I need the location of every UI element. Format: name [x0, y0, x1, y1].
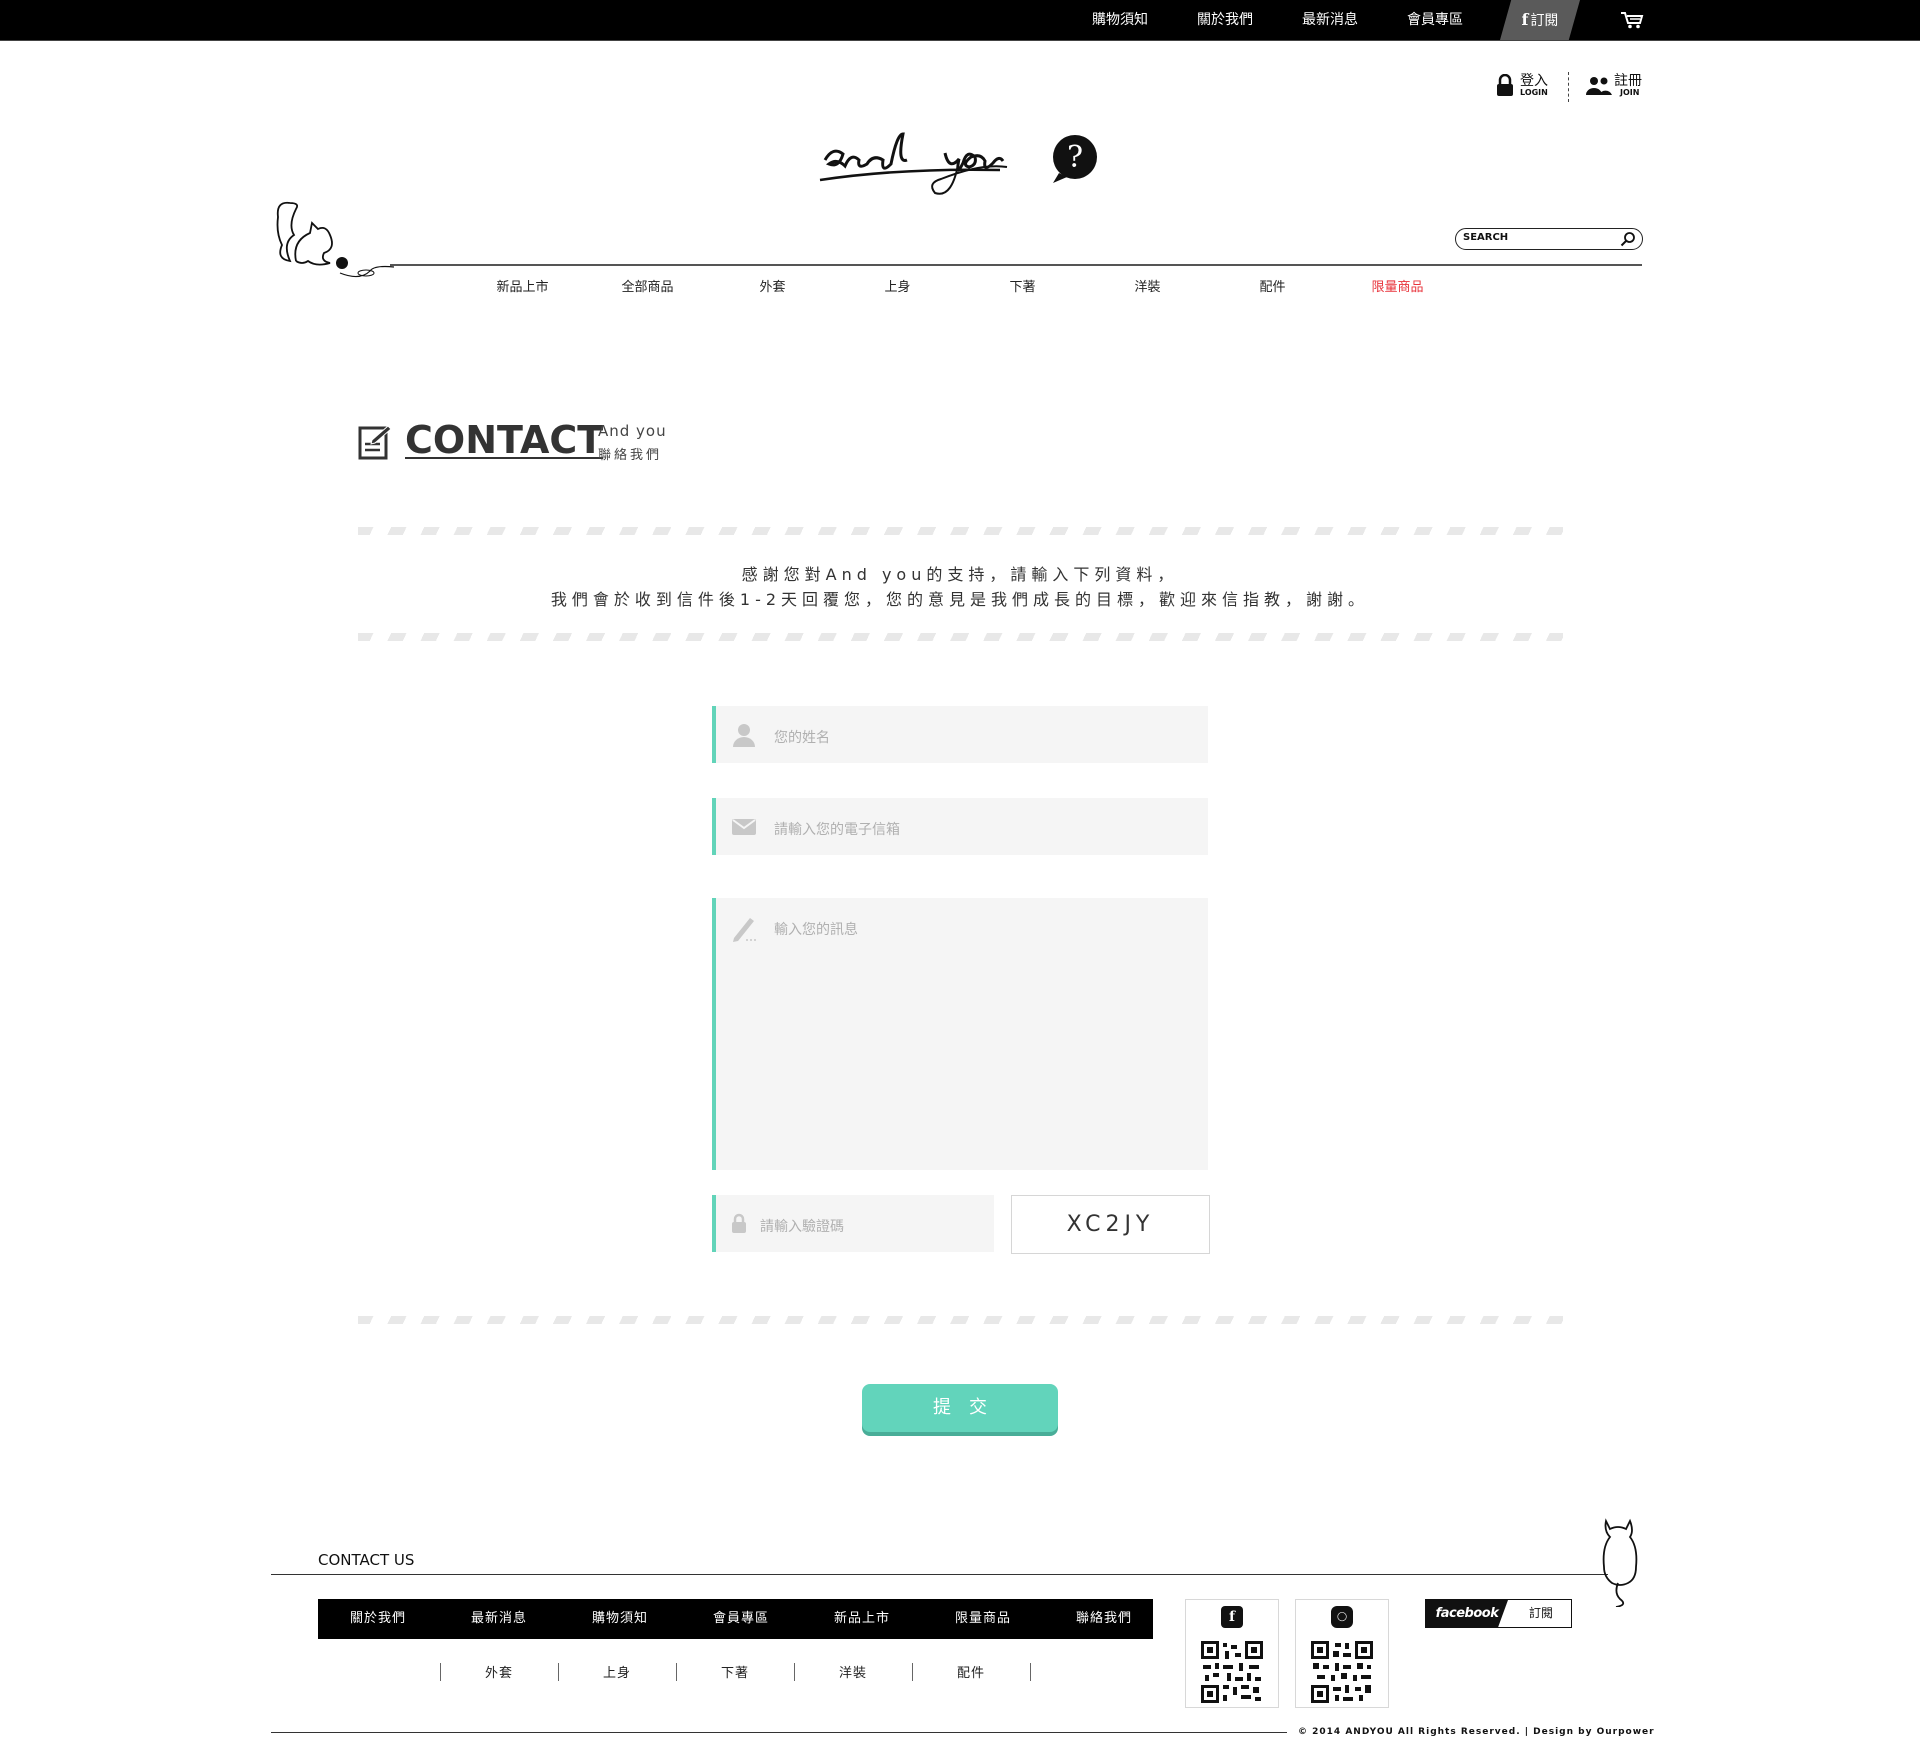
account-divider: [1568, 72, 1569, 102]
nav-divider: [390, 264, 1642, 266]
login-label-en: LOGIN: [1520, 88, 1548, 97]
facebook-logo: facebook: [1426, 1600, 1508, 1627]
dashed-divider: [358, 1316, 1563, 1324]
users-icon: [1586, 77, 1612, 95]
lock-icon: [1497, 74, 1513, 96]
edit-note-icon: [358, 425, 392, 460]
footer-title: CONTACT US: [318, 1551, 415, 1569]
sitting-cat-illustration: [1602, 1518, 1638, 1607]
line-icon: ◯: [1331, 1606, 1353, 1628]
submit-button[interactable]: 提交: [862, 1384, 1058, 1432]
footer-link-member[interactable]: 會員專區: [681, 1599, 801, 1639]
main-nav: 新品上市 全部商品 外套 上身 下著 洋裝 配件 限量商品: [460, 276, 1460, 300]
copyright-text: © 2014 ANDYOU All Rights Reserved. | Des…: [1298, 1727, 1655, 1737]
top-bar: 購物須知 關於我們 最新消息 會員專區 f 訂閱: [0, 0, 1920, 41]
top-link-shopping-guide[interactable]: 購物須知: [1092, 0, 1148, 40]
user-icon: [733, 724, 755, 747]
nav-item-bottoms[interactable]: 下著: [960, 276, 1085, 295]
captcha-code-image: XC2JY: [1011, 1195, 1210, 1254]
footer-subnav-dresses[interactable]: 洋裝: [794, 1662, 912, 1681]
email-placeholder: 請輸入您的電子信箱: [774, 822, 900, 838]
facebook-qr-card[interactable]: f: [1185, 1599, 1279, 1708]
nav-item-new-arrivals[interactable]: 新品上市: [460, 276, 585, 295]
envelope-icon: [732, 819, 756, 835]
name-placeholder: 您的姓名: [774, 730, 830, 746]
footer-link-contact[interactable]: 聯絡我們: [1044, 1599, 1164, 1639]
footer-subnav-outerwear[interactable]: 外套: [440, 1662, 558, 1681]
footer-nav: 關於我們 最新消息 購物須知 會員專區 新品上市 限量商品 聯絡我們: [318, 1599, 1153, 1639]
footer-subnav-accessories[interactable]: 配件: [912, 1662, 1030, 1681]
dashed-divider: [358, 633, 1563, 641]
nav-item-outerwear[interactable]: 外套: [710, 276, 835, 295]
nav-item-all-products[interactable]: 全部商品: [585, 276, 710, 295]
top-link-about-us[interactable]: 關於我們: [1197, 0, 1253, 40]
andyou-logo[interactable]: ?: [815, 125, 1105, 225]
facebook-icon: f: [1221, 1606, 1243, 1628]
top-link-member[interactable]: 會員專區: [1407, 0, 1463, 40]
facebook-subscribe-label: 訂閱: [1528, 1606, 1553, 1620]
pencil-icon: [733, 918, 756, 942]
intro-line-1: 感謝您對And you的支持，請輸入下列資料，: [741, 565, 1179, 584]
search-icon[interactable]: [1620, 231, 1636, 247]
footer-link-shopping-guide[interactable]: 購物須知: [560, 1599, 680, 1639]
join-label-en: JOIN: [1620, 88, 1640, 97]
footer-link-new-arrivals[interactable]: 新品上市: [802, 1599, 922, 1639]
facebook-subscribe-button[interactable]: f 訂閱: [1500, 0, 1580, 40]
lock-icon: [732, 1213, 746, 1233]
login-label: 登入: [1520, 73, 1548, 89]
footer-divider: [271, 1574, 1608, 1575]
facebook-subscribe-badge[interactable]: facebook 訂閱: [1425, 1599, 1572, 1628]
line-qr-card[interactable]: ◯: [1295, 1599, 1389, 1708]
captcha-field[interactable]: 請輸入驗證碼: [712, 1195, 994, 1252]
login-link[interactable]: 登入 LOGIN: [1496, 70, 1566, 100]
nav-item-tops[interactable]: 上身: [835, 276, 960, 295]
nav-item-accessories[interactable]: 配件: [1210, 276, 1335, 295]
footer-bottom-divider: [271, 1732, 1287, 1733]
svg-text:?: ?: [1067, 140, 1083, 175]
top-link-news[interactable]: 最新消息: [1302, 0, 1358, 40]
footer-link-news[interactable]: 最新消息: [439, 1599, 559, 1639]
footer-link-limited[interactable]: 限量商品: [923, 1599, 1043, 1639]
nav-item-limited[interactable]: 限量商品: [1335, 276, 1460, 295]
footer-subnav-bottoms[interactable]: 下著: [676, 1662, 794, 1681]
footer-link-about[interactable]: 關於我們: [318, 1599, 438, 1639]
footer-subnav-tops[interactable]: 上身: [558, 1662, 676, 1681]
join-label: 註冊: [1614, 73, 1642, 89]
nav-item-dresses[interactable]: 洋裝: [1085, 276, 1210, 295]
message-placeholder: 輸入您的訊息: [774, 922, 858, 938]
subnav-divider: [1030, 1663, 1031, 1681]
cat-with-yarn-illustration: [276, 201, 395, 278]
name-field[interactable]: 您的姓名: [712, 706, 1208, 763]
page-subtitle-cn: 聯絡我們: [598, 448, 663, 463]
dashed-divider: [358, 527, 1563, 535]
intro-line-2: 我們會於收到信件後1-2天回覆您，您的意見是我們成長的目標，歡迎來信指教，謝謝。: [550, 590, 1370, 609]
shopping-cart-icon[interactable]: [1620, 11, 1644, 29]
facebook-icon: f: [1521, 10, 1529, 29]
search-placeholder: SEARCH: [1463, 232, 1509, 243]
search-box[interactable]: SEARCH: [1455, 228, 1643, 250]
captcha-placeholder: 請輸入驗證碼: [760, 1219, 844, 1235]
page-title: CONTACT: [405, 418, 604, 462]
email-field[interactable]: 請輸入您的電子信箱: [712, 798, 1208, 855]
facebook-subscribe-label: 訂閱: [1530, 13, 1559, 29]
facebook-qr-code: [1201, 1641, 1263, 1703]
line-qr-code: [1311, 1641, 1373, 1703]
footer-subnav: 外套 上身 下著 洋裝 配件: [440, 1662, 1031, 1684]
page-subtitle-en: And you: [598, 422, 667, 440]
message-textarea[interactable]: 輸入您的訊息: [712, 898, 1208, 1170]
join-link[interactable]: 註冊 JOIN: [1586, 70, 1656, 100]
